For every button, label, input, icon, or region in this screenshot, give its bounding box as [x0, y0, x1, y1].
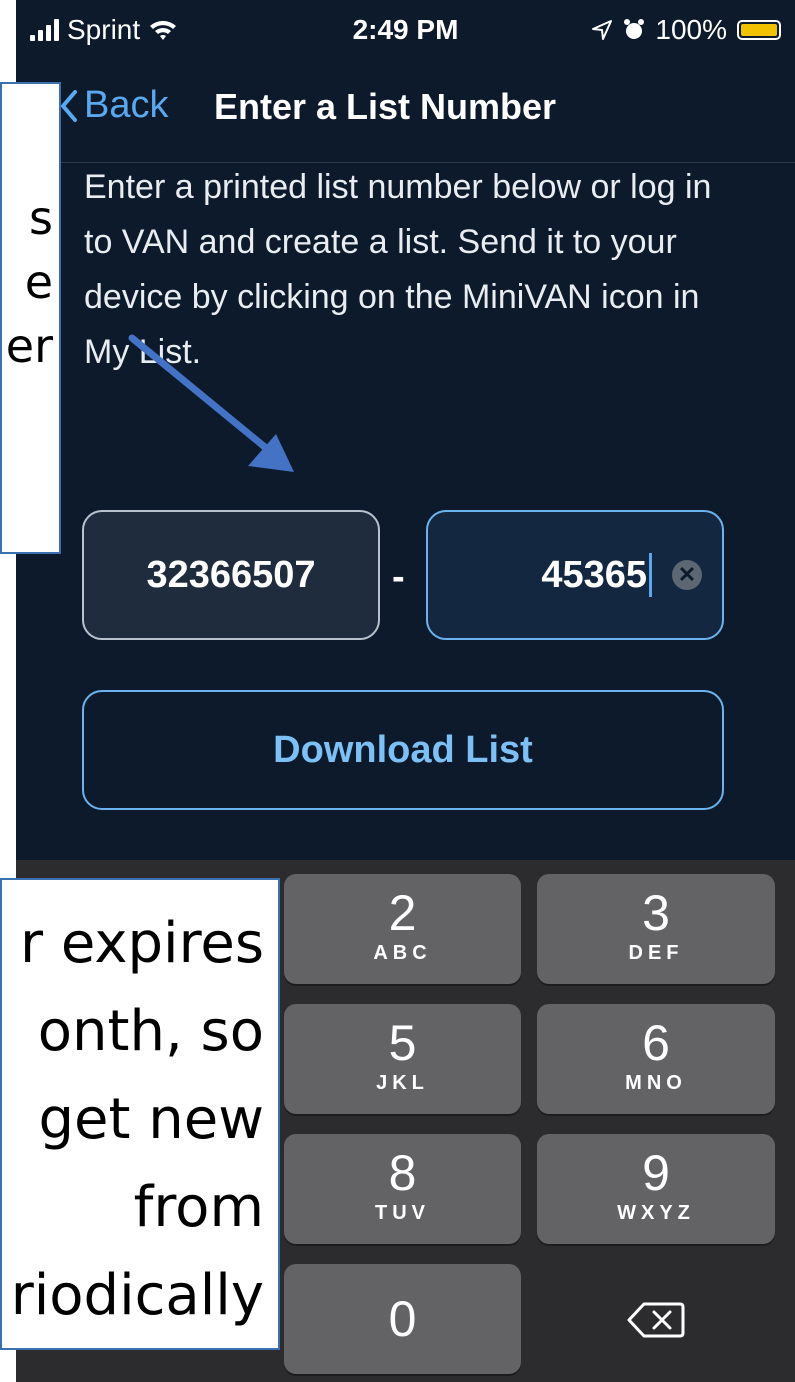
status-bar: Sprint 2:49 PM 100%	[16, 0, 795, 62]
list-number-separator: -	[392, 556, 405, 598]
callout-line: er	[5, 319, 53, 373]
page-title: Enter a List Number	[214, 86, 557, 127]
annotation-callout-bottom: r expires onth, so get new from riodical…	[0, 878, 280, 1350]
key-digit: 8	[388, 1145, 417, 1201]
annotation-callout-top: s e er	[0, 82, 61, 554]
key-letters: ABC	[373, 942, 432, 964]
key-digit: 6	[642, 1015, 670, 1071]
callout-line: s	[29, 191, 53, 245]
key-digit: 9	[642, 1145, 670, 1201]
list-number-part2-field[interactable]: 45365 ✕	[426, 510, 724, 640]
battery-icon	[737, 20, 781, 40]
key-letters: DEF	[628, 942, 684, 964]
alarm-icon	[624, 19, 645, 39]
callout-line: r expires	[20, 911, 264, 976]
text-cursor	[649, 553, 652, 597]
callout-line: from	[133, 1175, 264, 1240]
clear-icon[interactable]: ✕	[672, 560, 702, 590]
status-right: 100%	[591, 14, 781, 46]
location-icon	[592, 20, 613, 40]
key-letters: TUV	[375, 1202, 430, 1224]
key-letters: JKL	[376, 1072, 429, 1094]
key-3[interactable]: 3 DEF	[537, 874, 775, 984]
key-5[interactable]: 5 JKL	[284, 1004, 521, 1114]
key-letters: MNO	[625, 1072, 687, 1094]
delete-key[interactable]	[537, 1264, 775, 1374]
annotation-arrow	[128, 334, 294, 472]
list-number-part1-field[interactable]: 32366507	[82, 510, 380, 640]
callout-line: get new	[38, 1087, 264, 1152]
key-digit: 2	[388, 885, 417, 941]
key-digit: 0	[388, 1291, 417, 1347]
chevron-left-icon	[61, 89, 77, 122]
list-number-part1-value: 32366507	[146, 553, 316, 596]
key-6[interactable]: 6 MNO	[537, 1004, 775, 1114]
battery-percent: 100%	[655, 14, 727, 45]
key-letters: WXYZ	[617, 1202, 695, 1224]
download-list-button[interactable]: Download List	[82, 690, 724, 810]
key-digit: 5	[388, 1015, 417, 1071]
navigation-bar: Back Enter a List Number	[16, 62, 795, 163]
callout-line: e	[24, 255, 53, 309]
key-0[interactable]: 0	[284, 1264, 521, 1374]
callout-line: riodically	[10, 1263, 264, 1328]
key-8[interactable]: 8 TUV	[284, 1134, 521, 1244]
backspace-icon	[627, 1302, 685, 1338]
callout-line: onth, so	[37, 999, 264, 1064]
back-button[interactable]: Back	[60, 84, 168, 127]
list-number-part2-value: 45365	[541, 553, 647, 596]
key-2[interactable]: 2 ABC	[284, 874, 521, 984]
back-label: Back	[84, 84, 169, 126]
key-digit: 3	[642, 885, 670, 941]
key-9[interactable]: 9 WXYZ	[537, 1134, 775, 1244]
